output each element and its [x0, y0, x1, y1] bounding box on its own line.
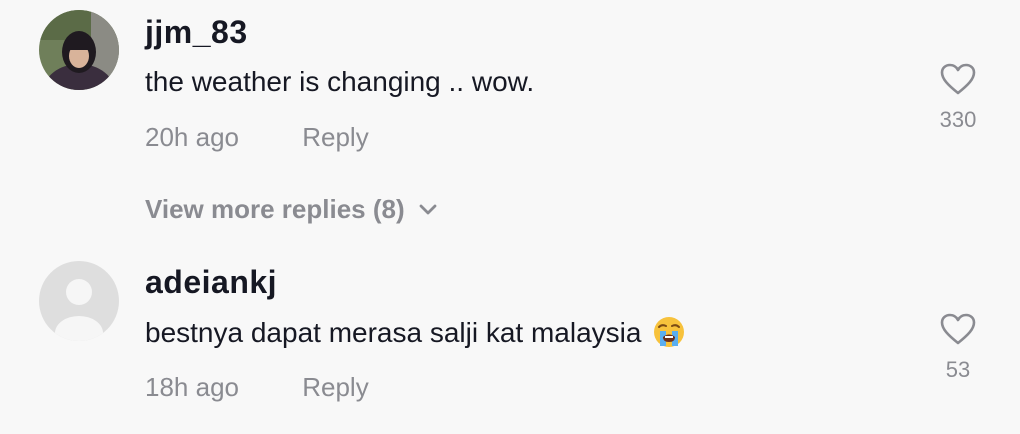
comment-meta: 18h ago Reply: [145, 372, 369, 403]
like-count: 53: [945, 357, 971, 382]
user-photo-icon: [39, 10, 119, 90]
comment-meta: 20h ago Reply: [145, 122, 369, 153]
avatar[interactable]: [39, 261, 119, 341]
loudly-crying-face-emoji-icon: [654, 317, 685, 347]
heart-icon: [940, 313, 976, 345]
comment-timestamp: 20h ago: [145, 122, 239, 152]
view-more-replies-button[interactable]: View more replies (8): [145, 194, 437, 225]
chevron-down-icon: [419, 204, 437, 214]
avatar[interactable]: [39, 10, 119, 90]
comment-text: bestnya dapat merasa salji kat malaysia: [145, 316, 685, 349]
comment-username[interactable]: jjm_83: [145, 14, 248, 51]
default-avatar-icon: [39, 261, 119, 341]
comment-username[interactable]: adeiankj: [145, 264, 277, 301]
heart-icon: [940, 63, 976, 95]
view-more-replies-label: View more replies (8): [145, 194, 405, 224]
comment-text: the weather is changing .. wow.: [145, 66, 535, 97]
comment-timestamp: 18h ago: [145, 372, 239, 402]
comment-text-body: bestnya dapat merasa salji kat malaysia: [145, 317, 642, 348]
like-count: 330: [939, 107, 977, 132]
reply-button[interactable]: Reply: [302, 122, 368, 152]
like-button[interactable]: 53: [930, 312, 986, 383]
reply-button[interactable]: Reply: [302, 372, 368, 402]
like-button[interactable]: 330: [930, 62, 986, 133]
